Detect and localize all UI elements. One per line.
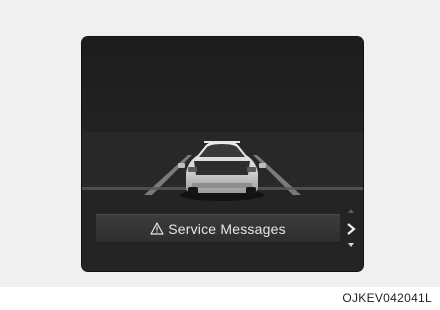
scroll-down-icon[interactable] [348, 243, 354, 247]
figure-panel: Service Messages [0, 0, 440, 287]
service-message-banner[interactable]: Service Messages [96, 214, 340, 243]
warning-triangle-icon [150, 222, 164, 235]
message-navigation [344, 207, 358, 255]
chevron-right-icon[interactable] [346, 223, 356, 235]
instrument-cluster-display: Service Messages [82, 37, 363, 271]
scroll-up-icon[interactable] [348, 209, 354, 213]
service-message-label: Service Messages [168, 220, 286, 237]
figure-code: OJKEV042041L [342, 291, 432, 305]
